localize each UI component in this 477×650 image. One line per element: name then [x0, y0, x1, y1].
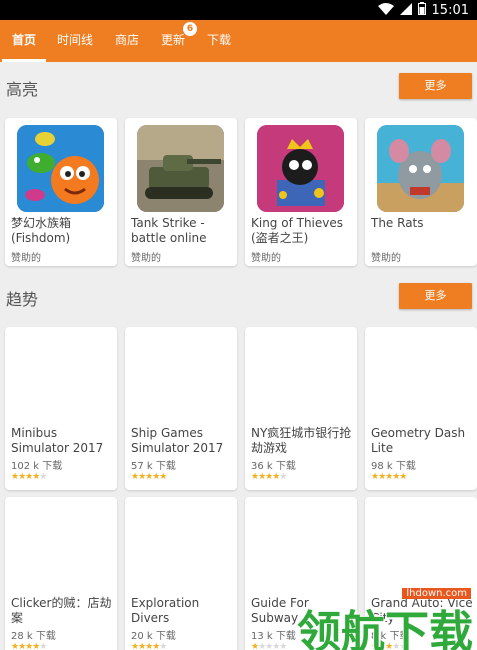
app-card-the-rats[interactable]: The Rats 赞助的: [365, 118, 477, 266]
app-title: 梦幻水族箱 (Fishdom): [11, 216, 72, 245]
king-of-thieves-app-icon: [257, 125, 344, 212]
status-icons: 15:01: [377, 2, 469, 19]
tab-store[interactable]: 商店: [105, 20, 149, 62]
download-count: 98 k 下载: [371, 461, 416, 472]
sponsored-label: 赞助的: [131, 253, 161, 264]
download-count: 36 k 下载: [251, 461, 296, 472]
tab-downloads[interactable]: 下载: [197, 20, 241, 62]
app-title: Geometry Dash Lite: [371, 426, 466, 455]
tab-timeline[interactable]: 时间线: [47, 20, 103, 62]
app-card-tank-strike[interactable]: Tank Strike - battle online 赞助的: [125, 118, 237, 266]
signal-icon: [399, 2, 412, 19]
app-title: Exploration Divers: [131, 596, 200, 625]
tab-home-label: 首页: [12, 33, 37, 47]
trending-more-button[interactable]: 更多: [399, 283, 472, 309]
download-count: 20 k 下载: [131, 631, 176, 642]
tank-strike-app-icon: [137, 125, 224, 212]
tab-home[interactable]: 首页: [2, 20, 47, 62]
watermark-overlay: lhdown.com 领航下载: [285, 588, 475, 650]
tab-updates-label: 更新: [161, 33, 186, 47]
app-title: Minibus Simulator 2017: [11, 426, 104, 455]
download-count: 102 k 下载: [11, 461, 63, 472]
app-card-ny-bank-robbery[interactable]: NY疯狂城市银行抢劫游戏 36 k 下载 ★★★★★: [245, 327, 357, 490]
app-card-king-of-thieves[interactable]: King of Thieves (盗者之王) 赞助的: [245, 118, 357, 266]
app-title: Ship Games Simulator 2017: [131, 426, 224, 455]
trending-title: 趋势: [6, 290, 39, 309]
status-time: 15:01: [431, 3, 469, 18]
tab-timeline-label: 时间线: [57, 33, 94, 47]
watermark-logo-text: 领航下载: [297, 607, 473, 650]
download-count: 28 k 下载: [11, 631, 56, 642]
sponsored-label: 赞助的: [251, 253, 281, 264]
sponsored-label: 赞助的: [371, 253, 401, 264]
app-title: Tank Strike - battle online: [131, 216, 207, 245]
app-card-ship-games-simulator[interactable]: Ship Games Simulator 2017 57 k 下载 ★★★★★: [125, 327, 237, 490]
rating-stars: ★★★★★: [251, 642, 287, 650]
status-bar: 15:01: [0, 0, 477, 20]
wifi-icon: [377, 2, 394, 19]
tab-updates[interactable]: 更新 6: [151, 20, 198, 62]
download-count: 57 k 下载: [131, 461, 176, 472]
rating-stars: ★★★★★: [131, 642, 167, 650]
rating-stars: ★★★★★: [251, 472, 287, 482]
updates-count-badge: 6: [183, 22, 198, 36]
highlights-title: 高亮: [6, 80, 39, 99]
rating-stars: ★★★★★: [131, 472, 167, 482]
the-rats-app-icon: [377, 125, 464, 212]
app-title: King of Thieves (盗者之王): [251, 216, 344, 245]
highlights-more-button[interactable]: 更多: [399, 73, 472, 99]
sponsored-label: 赞助的: [11, 253, 41, 264]
app-card-fishdom[interactable]: 梦幻水族箱 (Fishdom) 赞助的: [5, 118, 117, 266]
app-card-exploration-divers[interactable]: Exploration Divers 20 k 下载 ★★★★★: [125, 497, 237, 650]
rating-stars: ★★★★★: [371, 472, 407, 482]
top-tab-bar: 首页 时间线 商店 更新 6 下载: [0, 20, 477, 62]
rating-stars: ★★★★★: [11, 472, 47, 482]
tab-store-label: 商店: [115, 33, 140, 47]
app-card-minibus-simulator[interactable]: Minibus Simulator 2017 102 k 下载 ★★★★★: [5, 327, 117, 490]
app-card-clicker-heist[interactable]: Clicker的贼：店劫案 28 k 下载 ★★★★★: [5, 497, 117, 650]
tab-downloads-label: 下载: [207, 33, 232, 47]
app-card-geometry-dash-lite[interactable]: Geometry Dash Lite 98 k 下载 ★★★★★: [365, 327, 477, 490]
battery-icon: [417, 2, 426, 19]
fishdom-app-icon: [17, 125, 104, 212]
app-title: Clicker的贼：店劫案: [11, 596, 112, 625]
rating-stars: ★★★★★: [11, 642, 47, 650]
app-title: NY疯狂城市银行抢劫游戏: [251, 426, 352, 455]
app-title: The Rats: [371, 216, 424, 230]
